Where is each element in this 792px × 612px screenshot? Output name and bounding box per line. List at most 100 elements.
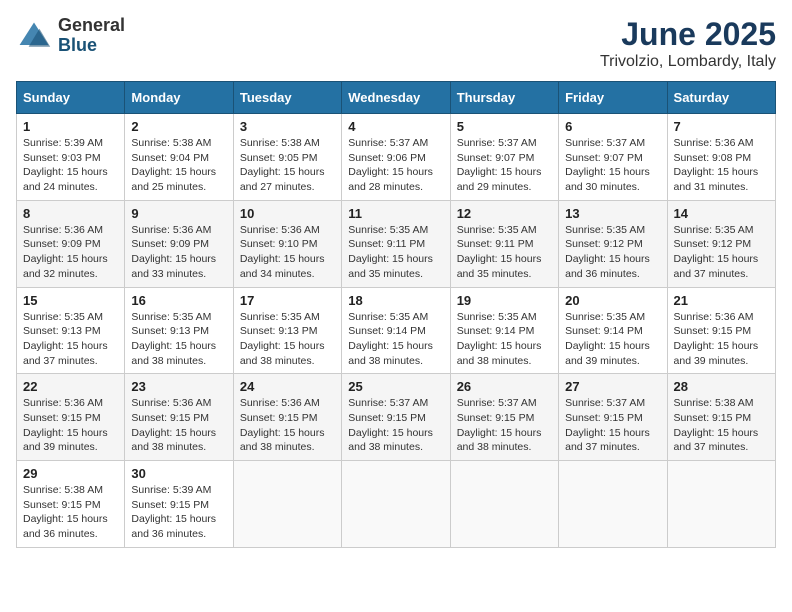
day-number: 11 <box>348 206 443 221</box>
cell-content: Sunrise: 5:36 AMSunset: 9:10 PMDaylight:… <box>240 224 325 280</box>
cell-content: Sunrise: 5:35 AMSunset: 9:11 PMDaylight:… <box>457 224 542 280</box>
cell-content: Sunrise: 5:36 AMSunset: 9:09 PMDaylight:… <box>131 224 216 280</box>
day-number: 21 <box>674 293 769 308</box>
calendar-week-row: 8 Sunrise: 5:36 AMSunset: 9:09 PMDayligh… <box>17 200 776 287</box>
day-number: 9 <box>131 206 226 221</box>
day-number: 29 <box>23 466 118 481</box>
table-row: 16 Sunrise: 5:35 AMSunset: 9:13 PMDaylig… <box>125 287 233 374</box>
table-row <box>667 461 775 548</box>
table-row: 27 Sunrise: 5:37 AMSunset: 9:15 PMDaylig… <box>559 374 667 461</box>
cell-content: Sunrise: 5:35 AMSunset: 9:13 PMDaylight:… <box>240 311 325 367</box>
day-number: 16 <box>131 293 226 308</box>
table-row: 24 Sunrise: 5:36 AMSunset: 9:15 PMDaylig… <box>233 374 341 461</box>
calendar-title: June 2025 <box>600 16 776 53</box>
table-row: 30 Sunrise: 5:39 AMSunset: 9:15 PMDaylig… <box>125 461 233 548</box>
table-row: 21 Sunrise: 5:36 AMSunset: 9:15 PMDaylig… <box>667 287 775 374</box>
calendar-week-row: 1 Sunrise: 5:39 AMSunset: 9:03 PMDayligh… <box>17 114 776 201</box>
cell-content: Sunrise: 5:37 AMSunset: 9:15 PMDaylight:… <box>565 397 650 453</box>
day-number: 12 <box>457 206 552 221</box>
table-row: 20 Sunrise: 5:35 AMSunset: 9:14 PMDaylig… <box>559 287 667 374</box>
table-row: 4 Sunrise: 5:37 AMSunset: 9:06 PMDayligh… <box>342 114 450 201</box>
cell-content: Sunrise: 5:37 AMSunset: 9:06 PMDaylight:… <box>348 137 433 193</box>
table-row: 22 Sunrise: 5:36 AMSunset: 9:15 PMDaylig… <box>17 374 125 461</box>
cell-content: Sunrise: 5:37 AMSunset: 9:07 PMDaylight:… <box>457 137 542 193</box>
cell-content: Sunrise: 5:36 AMSunset: 9:15 PMDaylight:… <box>131 397 216 453</box>
day-number: 27 <box>565 379 660 394</box>
day-number: 19 <box>457 293 552 308</box>
days-header-row: Sunday Monday Tuesday Wednesday Thursday… <box>17 82 776 114</box>
header-tuesday: Tuesday <box>233 82 341 114</box>
day-number: 20 <box>565 293 660 308</box>
cell-content: Sunrise: 5:38 AMSunset: 9:15 PMDaylight:… <box>23 484 108 540</box>
header-thursday: Thursday <box>450 82 558 114</box>
table-row: 13 Sunrise: 5:35 AMSunset: 9:12 PMDaylig… <box>559 200 667 287</box>
day-number: 10 <box>240 206 335 221</box>
table-row: 6 Sunrise: 5:37 AMSunset: 9:07 PMDayligh… <box>559 114 667 201</box>
day-number: 7 <box>674 119 769 134</box>
logo-general: General <box>58 16 125 36</box>
day-number: 3 <box>240 119 335 134</box>
day-number: 6 <box>565 119 660 134</box>
logo-blue: Blue <box>58 36 125 56</box>
cell-content: Sunrise: 5:35 AMSunset: 9:12 PMDaylight:… <box>674 224 759 280</box>
cell-content: Sunrise: 5:35 AMSunset: 9:11 PMDaylight:… <box>348 224 433 280</box>
cell-content: Sunrise: 5:36 AMSunset: 9:09 PMDaylight:… <box>23 224 108 280</box>
table-row: 1 Sunrise: 5:39 AMSunset: 9:03 PMDayligh… <box>17 114 125 201</box>
day-number: 25 <box>348 379 443 394</box>
logo: General Blue <box>16 16 125 56</box>
table-row: 9 Sunrise: 5:36 AMSunset: 9:09 PMDayligh… <box>125 200 233 287</box>
table-row <box>450 461 558 548</box>
cell-content: Sunrise: 5:39 AMSunset: 9:03 PMDaylight:… <box>23 137 108 193</box>
table-row: 12 Sunrise: 5:35 AMSunset: 9:11 PMDaylig… <box>450 200 558 287</box>
table-row: 28 Sunrise: 5:38 AMSunset: 9:15 PMDaylig… <box>667 374 775 461</box>
calendar-week-row: 15 Sunrise: 5:35 AMSunset: 9:13 PMDaylig… <box>17 287 776 374</box>
cell-content: Sunrise: 5:35 AMSunset: 9:13 PMDaylight:… <box>131 311 216 367</box>
cell-content: Sunrise: 5:35 AMSunset: 9:12 PMDaylight:… <box>565 224 650 280</box>
table-row <box>233 461 341 548</box>
day-number: 24 <box>240 379 335 394</box>
table-row <box>559 461 667 548</box>
header: General Blue June 2025 Trivolzio, Lombar… <box>16 16 776 71</box>
table-row: 5 Sunrise: 5:37 AMSunset: 9:07 PMDayligh… <box>450 114 558 201</box>
header-saturday: Saturday <box>667 82 775 114</box>
table-row: 10 Sunrise: 5:36 AMSunset: 9:10 PMDaylig… <box>233 200 341 287</box>
day-number: 8 <box>23 206 118 221</box>
calendar-table: Sunday Monday Tuesday Wednesday Thursday… <box>16 81 776 548</box>
day-number: 15 <box>23 293 118 308</box>
table-row: 11 Sunrise: 5:35 AMSunset: 9:11 PMDaylig… <box>342 200 450 287</box>
table-row: 19 Sunrise: 5:35 AMSunset: 9:14 PMDaylig… <box>450 287 558 374</box>
cell-content: Sunrise: 5:35 AMSunset: 9:13 PMDaylight:… <box>23 311 108 367</box>
table-row: 25 Sunrise: 5:37 AMSunset: 9:15 PMDaylig… <box>342 374 450 461</box>
day-number: 5 <box>457 119 552 134</box>
table-row <box>342 461 450 548</box>
table-row: 14 Sunrise: 5:35 AMSunset: 9:12 PMDaylig… <box>667 200 775 287</box>
calendar-subtitle: Trivolzio, Lombardy, Italy <box>600 53 776 71</box>
cell-content: Sunrise: 5:35 AMSunset: 9:14 PMDaylight:… <box>457 311 542 367</box>
table-row: 23 Sunrise: 5:36 AMSunset: 9:15 PMDaylig… <box>125 374 233 461</box>
logo-text: General Blue <box>58 16 125 56</box>
table-row: 17 Sunrise: 5:35 AMSunset: 9:13 PMDaylig… <box>233 287 341 374</box>
title-area: June 2025 Trivolzio, Lombardy, Italy <box>600 16 776 71</box>
table-row: 18 Sunrise: 5:35 AMSunset: 9:14 PMDaylig… <box>342 287 450 374</box>
day-number: 23 <box>131 379 226 394</box>
cell-content: Sunrise: 5:35 AMSunset: 9:14 PMDaylight:… <box>565 311 650 367</box>
day-number: 30 <box>131 466 226 481</box>
header-friday: Friday <box>559 82 667 114</box>
day-number: 28 <box>674 379 769 394</box>
table-row: 29 Sunrise: 5:38 AMSunset: 9:15 PMDaylig… <box>17 461 125 548</box>
day-number: 17 <box>240 293 335 308</box>
cell-content: Sunrise: 5:37 AMSunset: 9:15 PMDaylight:… <box>348 397 433 453</box>
calendar-week-row: 29 Sunrise: 5:38 AMSunset: 9:15 PMDaylig… <box>17 461 776 548</box>
cell-content: Sunrise: 5:36 AMSunset: 9:08 PMDaylight:… <box>674 137 759 193</box>
cell-content: Sunrise: 5:36 AMSunset: 9:15 PMDaylight:… <box>240 397 325 453</box>
logo-icon <box>16 18 52 54</box>
cell-content: Sunrise: 5:37 AMSunset: 9:15 PMDaylight:… <box>457 397 542 453</box>
cell-content: Sunrise: 5:37 AMSunset: 9:07 PMDaylight:… <box>565 137 650 193</box>
cell-content: Sunrise: 5:38 AMSunset: 9:04 PMDaylight:… <box>131 137 216 193</box>
table-row: 8 Sunrise: 5:36 AMSunset: 9:09 PMDayligh… <box>17 200 125 287</box>
day-number: 26 <box>457 379 552 394</box>
table-row: 15 Sunrise: 5:35 AMSunset: 9:13 PMDaylig… <box>17 287 125 374</box>
cell-content: Sunrise: 5:38 AMSunset: 9:15 PMDaylight:… <box>674 397 759 453</box>
day-number: 2 <box>131 119 226 134</box>
day-number: 4 <box>348 119 443 134</box>
